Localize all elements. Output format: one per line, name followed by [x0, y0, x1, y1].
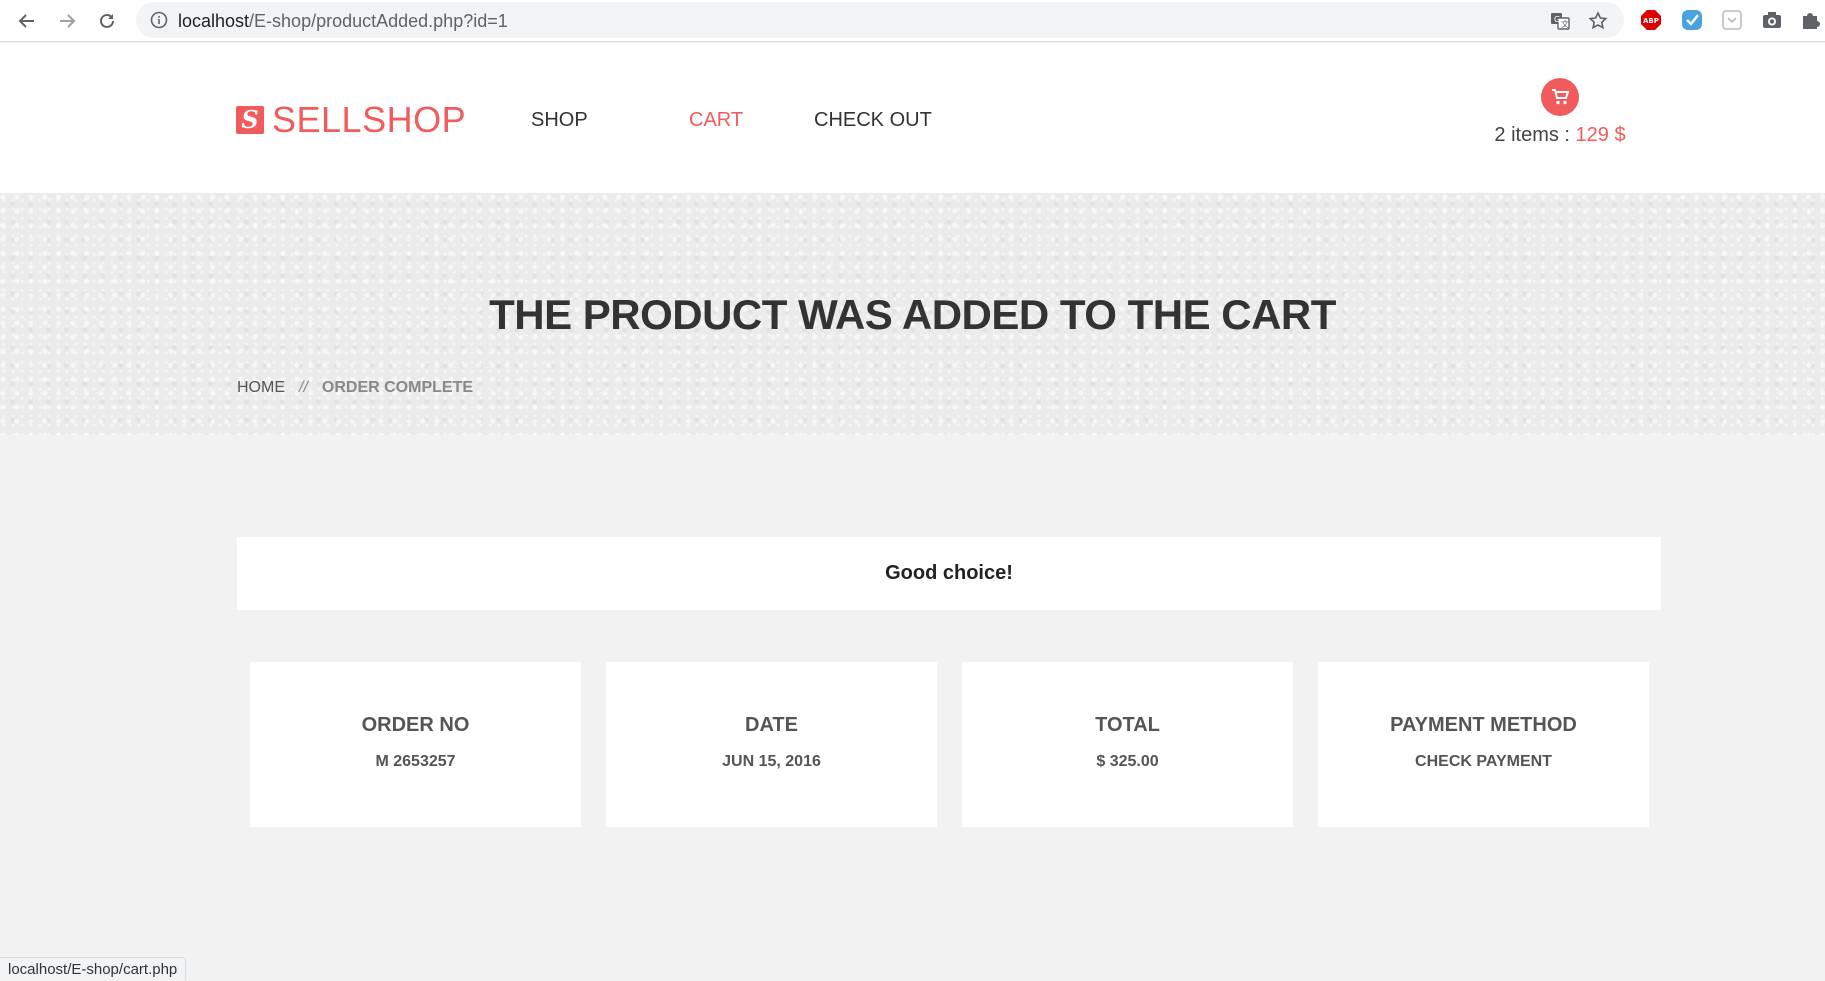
- page-title: THE PRODUCT WAS ADDED TO THE CART: [489, 291, 1336, 338]
- total-card: TOTAL $ 325.00: [962, 662, 1293, 827]
- site-header: S SELLSHOP SHOP CART CHECK OUT 2 items :…: [0, 43, 1825, 193]
- card-label: ORDER NO: [361, 714, 470, 736]
- puzzle-icon[interactable]: [1800, 9, 1822, 31]
- back-arrow-icon[interactable]: [12, 6, 42, 36]
- card-label: DATE: [745, 714, 798, 736]
- logo-text: SELLSHOP: [272, 99, 467, 140]
- svg-text:ABP: ABP: [1643, 17, 1659, 25]
- translate-icon[interactable]: G文: [1550, 11, 1570, 36]
- logo-mark: S: [236, 106, 264, 134]
- cart-icon[interactable]: [1541, 78, 1579, 116]
- menu-item-shop[interactable]: SHOP: [531, 109, 588, 132]
- star-icon[interactable]: [1588, 11, 1608, 36]
- cart-items-count: 2 items :: [1494, 124, 1576, 146]
- info-icon[interactable]: [150, 11, 168, 34]
- breadcrumb: HOME // ORDER COMPLETE: [237, 379, 473, 397]
- breadcrumb-home[interactable]: HOME: [237, 379, 285, 396]
- status-bar-url: localhost/E-shop/cart.php: [0, 957, 187, 980]
- camera-icon[interactable]: [1761, 9, 1783, 31]
- mini-cart[interactable]: 2 items : 129 $: [1490, 78, 1630, 147]
- extension-check-icon[interactable]: [1681, 9, 1703, 31]
- breadcrumb-separator: //: [299, 379, 308, 396]
- svg-text:G: G: [1554, 15, 1560, 24]
- card-value: M 2653257: [375, 753, 456, 770]
- browser-toolbar: localhost/E-shop/productAdded.php?id=1 G…: [0, 0, 1825, 42]
- card-label: PAYMENT METHOD: [1390, 714, 1577, 736]
- card-value: CHECK PAYMENT: [1415, 753, 1552, 770]
- menu-item-checkout[interactable]: CHECK OUT: [814, 109, 932, 132]
- payment-method-card: PAYMENT METHOD CHECK PAYMENT: [1318, 662, 1649, 827]
- reload-icon[interactable]: [92, 6, 122, 36]
- address-bar[interactable]: localhost/E-shop/productAdded.php?id=1 G…: [136, 2, 1624, 38]
- card-value: JUN 15, 2016: [722, 753, 821, 770]
- page-banner: THE PRODUCT WAS ADDED TO THE CART HOME //…: [0, 193, 1825, 435]
- card-value: $ 325.00: [1096, 753, 1159, 770]
- order-number-card: ORDER NO M 2653257: [250, 662, 581, 827]
- message-text: Good choice!: [885, 562, 1013, 584]
- cart-summary: 2 items : 129 $: [1490, 124, 1630, 147]
- message-box: Good choice!: [237, 537, 1661, 610]
- adblock-icon[interactable]: ABP: [1640, 9, 1662, 31]
- date-card: DATE JUN 15, 2016: [606, 662, 937, 827]
- logo[interactable]: S SELLSHOP: [236, 99, 466, 141]
- forward-arrow-icon[interactable]: [52, 6, 82, 36]
- cart-amount: 129 $: [1575, 124, 1626, 146]
- card-label: TOTAL: [1095, 714, 1160, 736]
- breadcrumb-current: ORDER COMPLETE: [321, 379, 474, 396]
- svg-text:文: 文: [1561, 19, 1569, 29]
- url-text[interactable]: localhost/E-shop/productAdded.php?id=1: [178, 11, 508, 32]
- menu-item-cart[interactable]: CART: [689, 109, 743, 132]
- extension-pocket-icon[interactable]: [1721, 9, 1743, 31]
